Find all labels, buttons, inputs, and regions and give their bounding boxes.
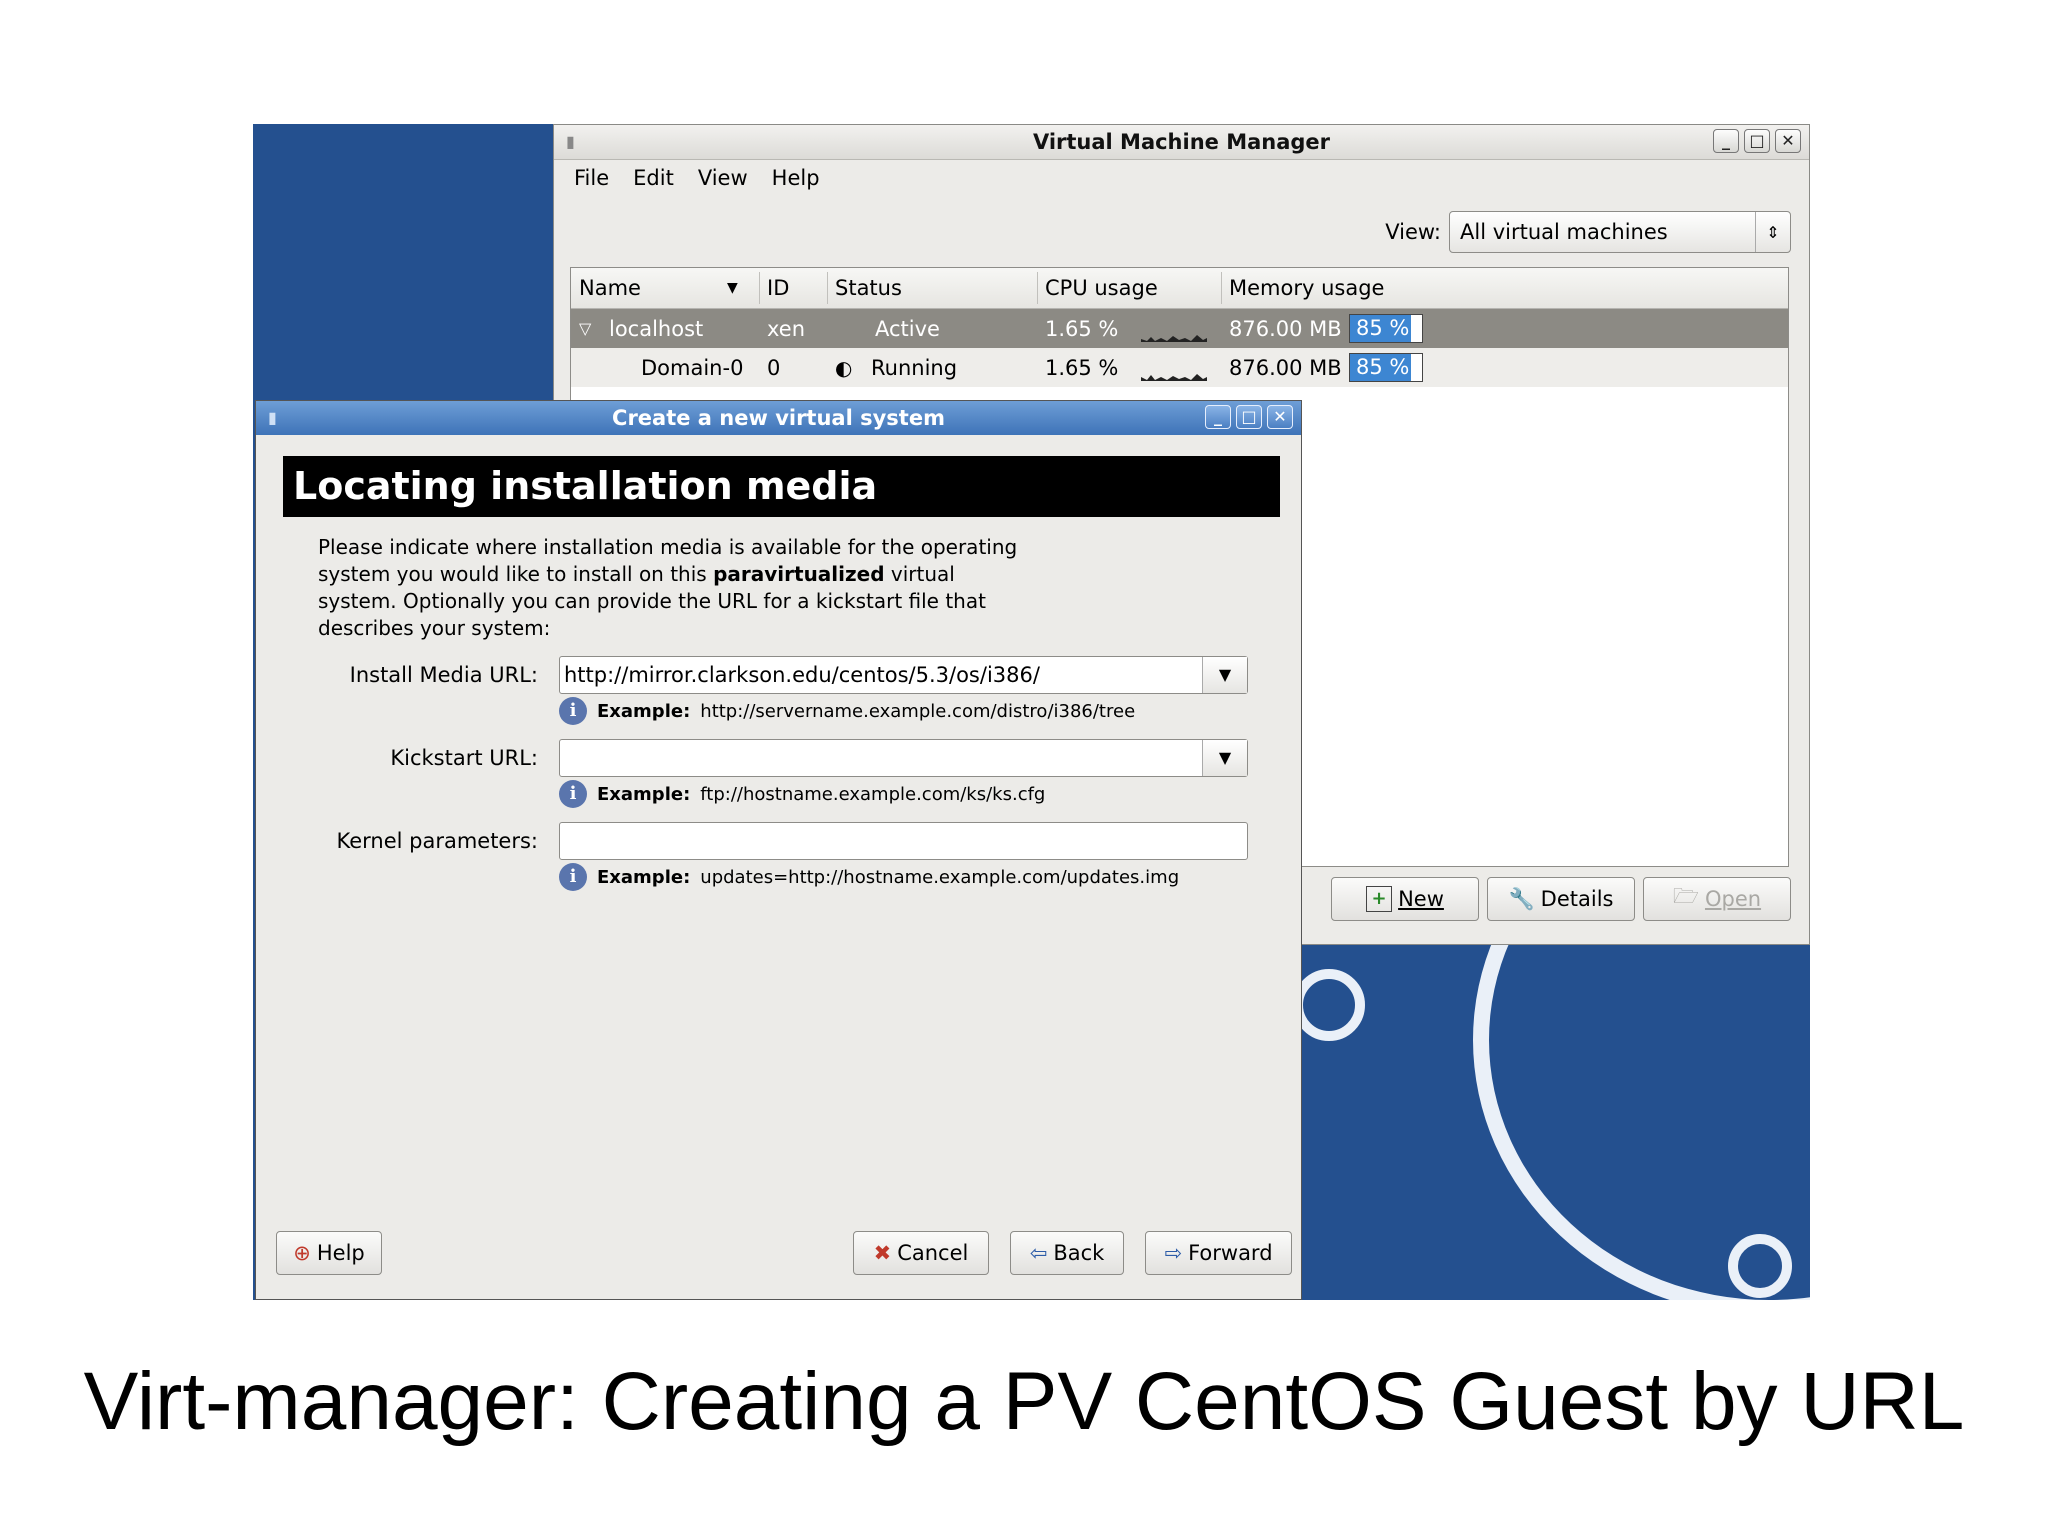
vm-id: xen [767, 317, 806, 341]
vm-list-header: Name ▼ ID Status CPU usage Memory usage [571, 268, 1788, 309]
app-icon: ▮ [566, 132, 575, 151]
help-button-label: Help [316, 1241, 365, 1265]
vm-name: localhost [609, 317, 704, 341]
col-memory[interactable]: Memory usage [1229, 268, 1384, 308]
cancel-button[interactable]: ✖ Cancel [853, 1231, 989, 1275]
help-lifebuoy-icon: ⊕ [293, 1241, 311, 1265]
folder-icon: 🗁 [1672, 883, 1699, 908]
kickstart-url-label: Kickstart URL: [390, 746, 538, 770]
memory-bar: 85 % [1349, 314, 1423, 343]
vm-row-localhost[interactable]: ▽ localhost xen Active 1.65 % 876.00 MB … [571, 309, 1788, 348]
desktop-swirl [1728, 1234, 1792, 1298]
vm-cpu: 1.65 % [1045, 317, 1119, 341]
view-filter-select[interactable]: All virtual machines ⇕ [1449, 211, 1791, 253]
slide-caption: Virt-manager: Creating a PV CentOS Guest… [83, 1356, 1965, 1447]
cancel-x-icon: ✖ [873, 1241, 892, 1265]
view-filter-value: All virtual machines [1460, 220, 1668, 244]
wrench-icon: 🔧 [1508, 886, 1535, 911]
create-vm-dialog: ▮ Create a new virtual system _ □ ✕ Loca… [255, 400, 1302, 1300]
maximize-button[interactable]: □ [1236, 405, 1262, 429]
expander-down-icon[interactable]: ▽ [579, 309, 591, 349]
maximize-button[interactable]: □ [1744, 129, 1770, 153]
kernel-example: i Example: updates=http://hostname.examp… [559, 863, 1179, 891]
col-name[interactable]: Name [579, 268, 641, 308]
menu-file[interactable]: File [574, 166, 609, 190]
menu-help[interactable]: Help [772, 166, 820, 190]
vmm-title: Virtual Machine Manager [1032, 130, 1331, 154]
info-icon: i [559, 863, 587, 891]
back-arrow-icon: ⇦ [1029, 1241, 1048, 1265]
forward-button[interactable]: ⇨ Forward [1145, 1231, 1292, 1275]
details-button[interactable]: 🔧 Details [1487, 877, 1635, 921]
col-status[interactable]: Status [835, 268, 902, 308]
install-media-url-input[interactable]: http://mirror.clarkson.edu/centos/5.3/os… [559, 656, 1248, 694]
vm-status: Active [875, 317, 940, 341]
info-icon: i [559, 780, 587, 808]
vmm-titlebar[interactable]: ▮ Virtual Machine Manager _ □ ✕ [554, 125, 1809, 160]
kernel-parameters-label: Kernel parameters: [336, 829, 538, 853]
memory-bar: 85 % [1349, 353, 1423, 382]
updown-arrow-icon: ⇕ [1755, 212, 1790, 252]
view-label: View: [1385, 220, 1441, 244]
open-button-label: Open [1704, 887, 1762, 911]
dialog-app-icon: ▮ [268, 408, 277, 427]
back-button[interactable]: ⇦ Back [1010, 1231, 1124, 1275]
memory-percent: 85 % [1356, 355, 1410, 379]
forward-arrow-icon: ⇨ [1164, 1241, 1183, 1265]
vm-memory: 876.00 MB [1229, 317, 1342, 341]
sort-down-icon: ▼ [727, 280, 738, 296]
vm-id: 0 [767, 356, 781, 380]
details-button-label: Details [1540, 887, 1614, 911]
memory-percent: 85 % [1356, 316, 1410, 340]
info-icon: i [559, 697, 587, 725]
new-button[interactable]: + New [1331, 877, 1479, 921]
dialog-title: Create a new virtual system [612, 406, 945, 430]
minimize-button[interactable]: _ [1713, 129, 1739, 153]
vm-status: Running [871, 356, 958, 380]
install-media-label: Install Media URL: [349, 663, 538, 687]
kickstart-example: i Example: ftp://hostname.example.com/ks… [559, 780, 1045, 808]
new-vm-icon: + [1366, 886, 1393, 912]
kickstart-url-input[interactable]: ▼ [559, 739, 1248, 777]
help-button[interactable]: ⊕ Help [276, 1231, 382, 1275]
kernel-parameters-input[interactable] [559, 822, 1248, 860]
close-button[interactable]: ✕ [1267, 405, 1293, 429]
menu-view[interactable]: View [698, 166, 748, 190]
back-button-label: Back [1053, 1241, 1105, 1265]
page-heading: Locating installation media [283, 456, 1280, 517]
cancel-button-label: Cancel [897, 1241, 969, 1265]
col-id[interactable]: ID [767, 268, 789, 308]
vm-row-domain-0[interactable]: Domain-0 0 ◐ Running 1.65 % 876.00 MB 85… [571, 348, 1788, 387]
cpu-sparkline [1141, 335, 1207, 342]
cpu-sparkline [1141, 374, 1207, 381]
col-cpu[interactable]: CPU usage [1045, 268, 1158, 308]
dropdown-arrow-icon[interactable]: ▼ [1202, 657, 1247, 693]
forward-button-label: Forward [1188, 1241, 1273, 1265]
vm-memory: 876.00 MB [1229, 356, 1342, 380]
vm-cpu: 1.65 % [1045, 356, 1119, 380]
menu-edit[interactable]: Edit [633, 166, 674, 190]
open-button[interactable]: 🗁 Open [1643, 877, 1791, 921]
menubar: File Edit View Help [554, 160, 1809, 196]
desktop-swirl [1293, 969, 1365, 1041]
new-button-label: New [1398, 887, 1444, 911]
install-media-url-value: http://mirror.clarkson.edu/centos/5.3/os… [564, 663, 1040, 687]
dialog-titlebar[interactable]: ▮ Create a new virtual system _ □ ✕ [256, 401, 1301, 435]
install-media-example: i Example: http://servername.example.com… [559, 697, 1135, 725]
dropdown-arrow-icon[interactable]: ▼ [1202, 740, 1247, 776]
running-status-icon: ◐ [835, 356, 853, 380]
close-button[interactable]: ✕ [1775, 129, 1801, 153]
instructions-text: Please indicate where installation media… [318, 535, 1018, 640]
vm-name: Domain-0 [641, 356, 744, 380]
minimize-button[interactable]: _ [1205, 405, 1231, 429]
